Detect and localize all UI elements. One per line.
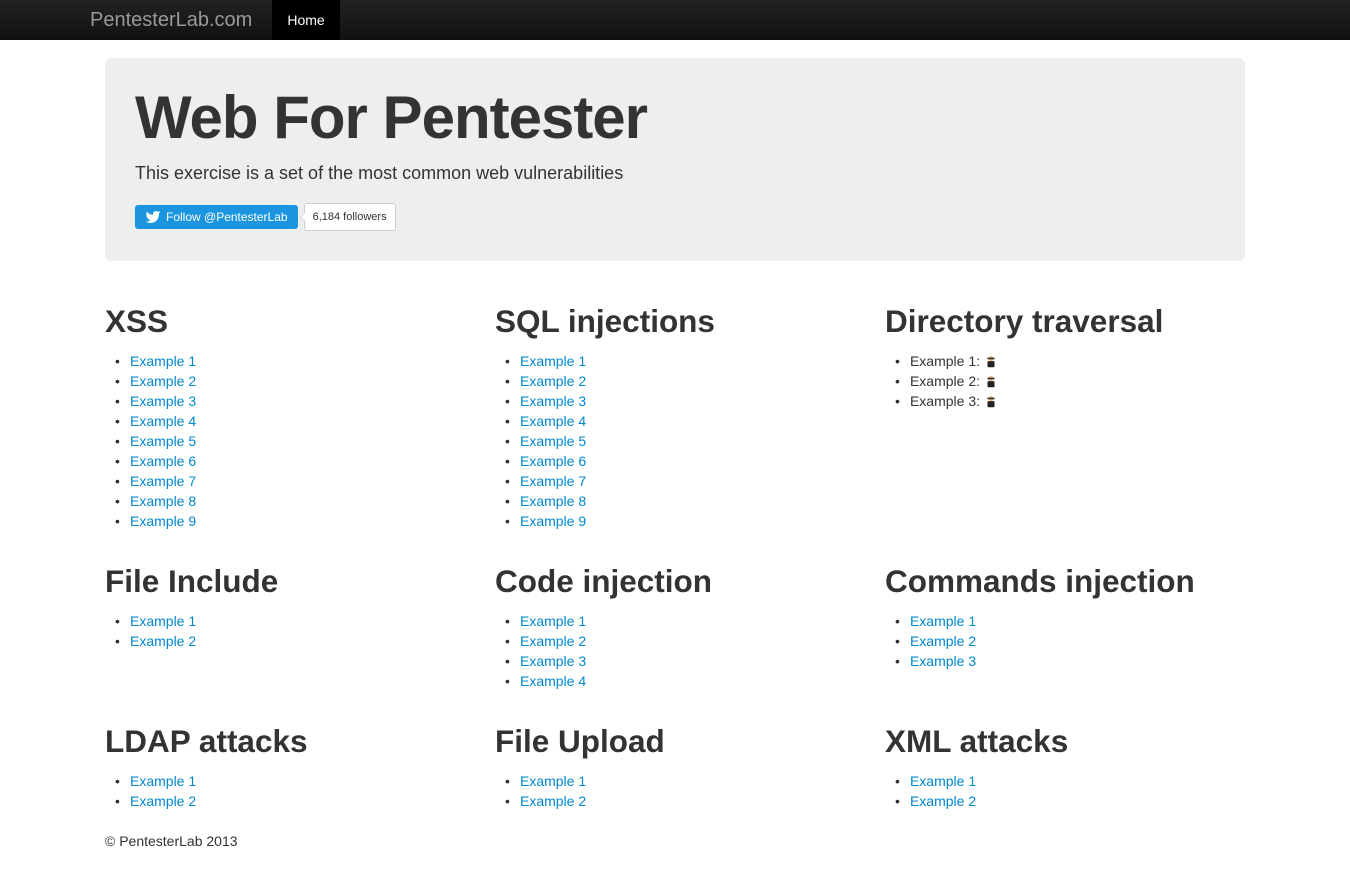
xss-example-link[interactable]: Example 7 [130,473,196,489]
cmdinj-example-link[interactable]: Example 3 [910,653,976,669]
section-cmdinj-title: Commands injection [885,561,1245,601]
section-xss-title: XSS [105,301,465,341]
follower-count[interactable]: 6,184 followers [304,203,396,231]
section-cmdinj: Commands injection Example 1 Example 2 E… [870,551,1260,691]
xss-example-link[interactable]: Example 3 [130,393,196,409]
twitter-follow-button[interactable]: Follow @PentesterLab [135,205,298,229]
fileincl-example-link[interactable]: Example 2 [130,633,196,649]
twitter-icon [145,209,161,225]
dirtrav-example-link[interactable] [984,393,998,409]
codeinj-example-link[interactable]: Example 2 [520,633,586,649]
xss-example-link[interactable]: Example 8 [130,493,196,509]
dirtrav-example-link[interactable] [984,373,998,389]
section-codeinj-title: Code injection [495,561,855,601]
section-xss: XSS Example 1 Example 2 Example 3 Exampl… [90,291,480,531]
section-xml: XML attacks Example 1 Example 2 [870,711,1260,811]
codeinj-example-link[interactable]: Example 1 [520,613,586,629]
section-xml-title: XML attacks [885,721,1245,761]
sqli-example-link[interactable]: Example 6 [520,453,586,469]
sqli-example-link[interactable]: Example 9 [520,513,586,529]
hero-unit: Web For Pentester This exercise is a set… [105,58,1245,261]
xss-example-link[interactable]: Example 1 [130,353,196,369]
nav-home[interactable]: Home [272,0,339,40]
section-ldap-title: LDAP attacks [105,721,465,761]
dirtrav-label: Example 2: [910,373,984,389]
xss-example-link[interactable]: Example 2 [130,373,196,389]
xml-example-link[interactable]: Example 2 [910,793,976,809]
fileupload-example-link[interactable]: Example 1 [520,773,586,789]
section-fileincl-title: File Include [105,561,465,601]
xss-example-link[interactable]: Example 6 [130,453,196,469]
codeinj-example-link[interactable]: Example 3 [520,653,586,669]
robber-icon [984,375,998,389]
robber-icon [984,395,998,409]
dirtrav-label: Example 1: [910,353,984,369]
section-sqli-title: SQL injections [495,301,855,341]
page-title: Web For Pentester [135,88,1185,148]
section-fileupload-title: File Upload [495,721,855,761]
twitter-follow-label: Follow @PentesterLab [166,210,288,224]
page-subtitle: This exercise is a set of the most commo… [135,158,1185,188]
dirtrav-example-link[interactable] [984,353,998,369]
cmdinj-example-link[interactable]: Example 1 [910,613,976,629]
ldap-example-link[interactable]: Example 1 [130,773,196,789]
robber-icon [984,355,998,369]
sqli-example-link[interactable]: Example 4 [520,413,586,429]
codeinj-example-link[interactable]: Example 4 [520,673,586,689]
section-fileincl: File Include Example 1 Example 2 [90,551,480,691]
section-fileupload: File Upload Example 1 Example 2 [480,711,870,811]
section-sqli: SQL injections Example 1 Example 2 Examp… [480,291,870,531]
xss-example-link[interactable]: Example 4 [130,413,196,429]
xss-example-link[interactable]: Example 9 [130,513,196,529]
section-ldap: LDAP attacks Example 1 Example 2 [90,711,480,811]
section-dirtrav: Directory traversal Example 1: Example 2… [870,291,1260,531]
sqli-example-link[interactable]: Example 7 [520,473,586,489]
sqli-example-link[interactable]: Example 2 [520,373,586,389]
brand-link[interactable]: PentesterLab.com [90,0,272,40]
xml-example-link[interactable]: Example 1 [910,773,976,789]
ldap-example-link[interactable]: Example 2 [130,793,196,809]
dirtrav-label: Example 3: [910,393,984,409]
cmdinj-example-link[interactable]: Example 2 [910,633,976,649]
fileupload-example-link[interactable]: Example 2 [520,793,586,809]
sqli-example-link[interactable]: Example 8 [520,493,586,509]
xss-example-link[interactable]: Example 5 [130,433,196,449]
sqli-example-link[interactable]: Example 3 [520,393,586,409]
footer-copyright: © PentesterLab 2013 [105,831,1245,871]
sqli-example-link[interactable]: Example 1 [520,353,586,369]
section-dirtrav-title: Directory traversal [885,301,1245,341]
fileincl-example-link[interactable]: Example 1 [130,613,196,629]
section-codeinj: Code injection Example 1 Example 2 Examp… [480,551,870,691]
navbar: PentesterLab.com Home [0,0,1350,40]
sqli-example-link[interactable]: Example 5 [520,433,586,449]
